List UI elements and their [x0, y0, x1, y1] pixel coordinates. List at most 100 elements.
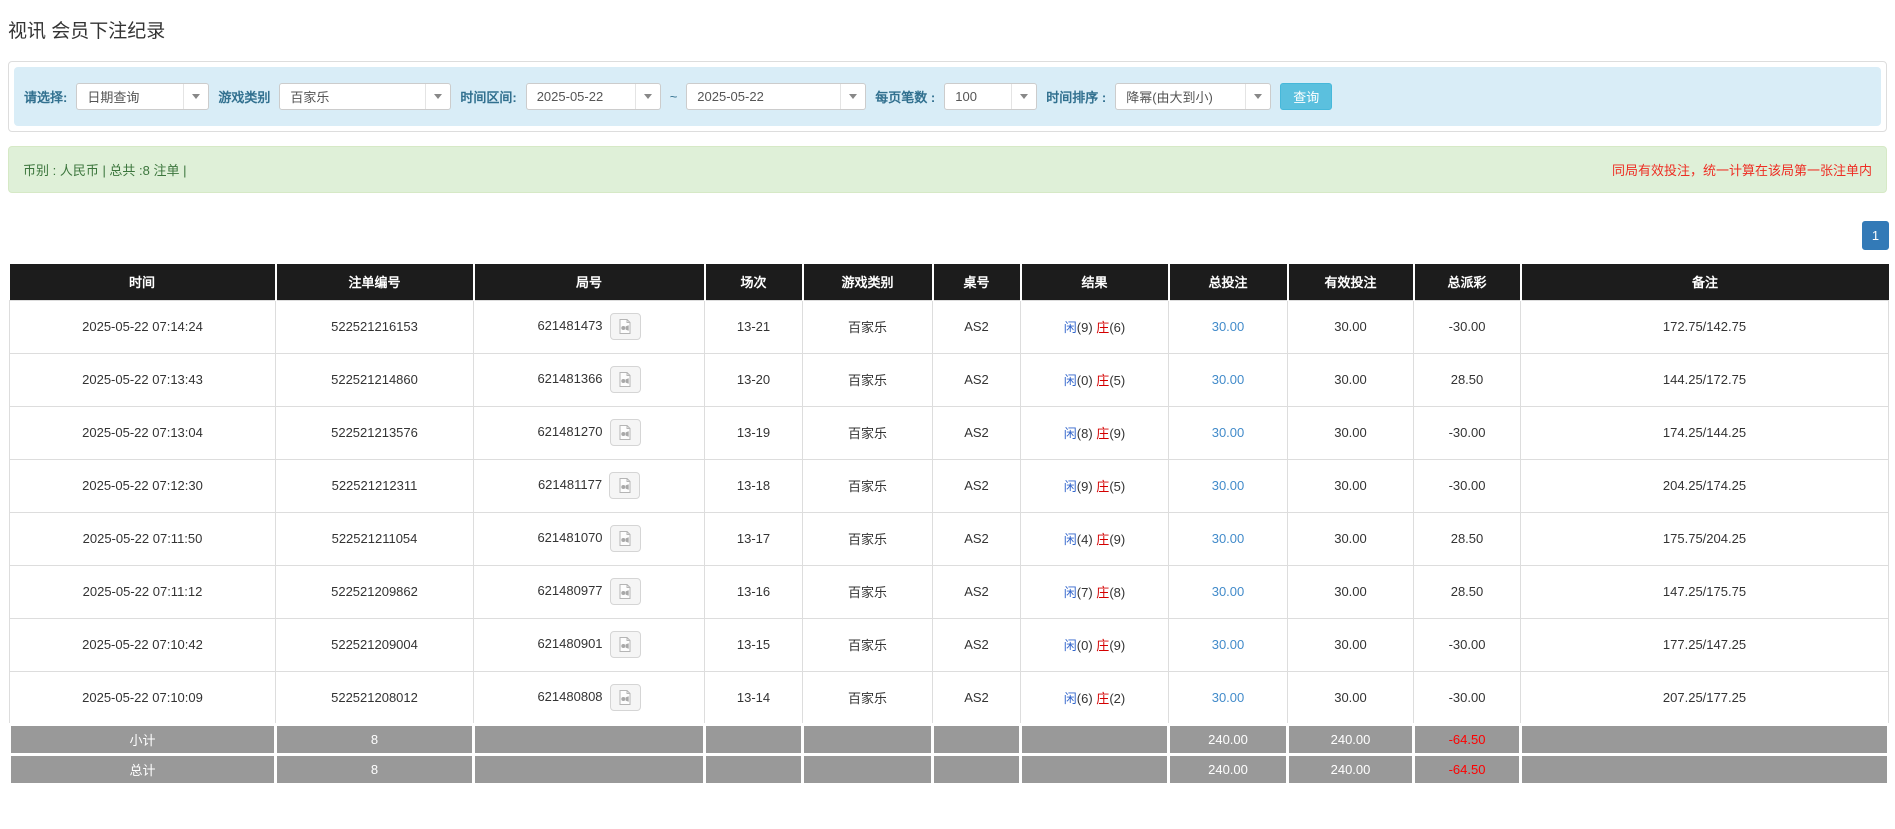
date-to-value: 2025-05-22 [697, 89, 764, 104]
cell-table-no: AS2 [932, 352, 1021, 407]
cell-note: 204.25/174.25 [1520, 458, 1889, 513]
video-file-icon [611, 424, 640, 441]
cell-time: 2025-05-22 07:11:12 [9, 564, 276, 619]
total-empty-cell [703, 752, 804, 786]
cell-round-id: 621481366 [473, 352, 705, 407]
result-banker-label: 庄 [1096, 638, 1110, 653]
video-replay-button[interactable] [609, 525, 641, 552]
query-mode-select[interactable]: 日期查询 [76, 83, 210, 110]
game-type-value: 百家乐 [290, 90, 330, 105]
bet-records-table: 时间 注单编号 局号 场次 游戏类别 桌号 结果 总投注 有效投注 总派彩 备注… [8, 264, 1890, 786]
cell-payout: -30.00 [1413, 299, 1521, 354]
total-empty-cell [1519, 752, 1890, 786]
table-row: 2025-05-22 07:10:09 522521208012 621480808… [9, 670, 1889, 725]
subtotal-valid-bet: 240.00 [1286, 722, 1415, 756]
cell-game-type: 百家乐 [802, 511, 933, 566]
video-replay-button[interactable] [609, 366, 641, 393]
cell-game-type: 百家乐 [802, 299, 933, 354]
time-sort-value: 降幂(由大到小) [1126, 90, 1213, 105]
video-replay-button[interactable] [609, 578, 641, 605]
same-round-notice-text: 同局有效投注，统一计算在该局第一张注单内 [1611, 163, 1872, 178]
cell-result: 闲(8) 庄(9) [1020, 405, 1169, 460]
cell-session: 13-15 [704, 617, 803, 672]
video-replay-button[interactable] [609, 683, 641, 711]
range-tilde: ~ [669, 89, 678, 104]
table-body: 2025-05-22 07:14:24 522521216153 621481473… [9, 299, 1889, 725]
total-bet-link[interactable]: 30.00 [1212, 584, 1245, 599]
cell-game-type: 百家乐 [802, 352, 933, 407]
cell-note: 177.25/147.25 [1520, 617, 1889, 672]
cell-round-id: 621481070 [473, 511, 705, 566]
subtotal-empty-cell [1019, 722, 1170, 756]
cell-valid-bet: 30.00 [1287, 564, 1414, 619]
header-note: 备注 [1519, 264, 1889, 300]
header-table-no: 桌号 [931, 264, 1021, 300]
per-page-select[interactable]: 100 [944, 83, 1038, 110]
date-from-select[interactable]: 2025-05-22 [525, 83, 661, 110]
caret-down-icon [634, 84, 660, 109]
cell-bet-id: 522521208012 [275, 670, 474, 725]
result-player-label: 闲 [1063, 585, 1077, 600]
cell-result: 闲(0) 庄(9) [1020, 617, 1169, 672]
table-row: 2025-05-22 07:10:42 522521209004 621480901… [9, 617, 1889, 672]
result-player-label: 闲 [1063, 479, 1077, 494]
page-1-button[interactable]: 1 [1862, 221, 1889, 250]
pagination: 1 [8, 221, 1889, 250]
total-label: 总计 [8, 752, 277, 786]
total-bet-link[interactable]: 30.00 [1212, 531, 1245, 546]
cell-total-bet: 30.00 [1168, 617, 1288, 672]
time-sort-label: 时间排序 : [1046, 90, 1107, 105]
table-header-row: 时间 注单编号 局号 场次 游戏类别 桌号 结果 总投注 有效投注 总派彩 备注 [9, 264, 1889, 300]
cell-total-bet: 30.00 [1168, 299, 1288, 354]
page-title: 视讯 会员下注纪录 [8, 21, 166, 42]
video-replay-button[interactable] [609, 419, 641, 446]
video-file-icon [611, 583, 640, 600]
query-button[interactable]: 查询 [1280, 83, 1333, 110]
round-id-text: 621481366 [537, 370, 603, 386]
cell-time: 2025-05-22 07:14:24 [9, 299, 276, 354]
cell-valid-bet: 30.00 [1287, 670, 1414, 725]
caret-down-icon [425, 84, 450, 109]
date-to-select[interactable]: 2025-05-22 [686, 83, 867, 110]
video-replay-button[interactable] [609, 313, 641, 340]
cell-result: 闲(4) 庄(9) [1020, 511, 1169, 566]
caret-down-icon [1245, 84, 1270, 109]
total-empty-cell [801, 752, 934, 786]
total-bet-link[interactable]: 30.00 [1212, 637, 1245, 652]
cell-total-bet: 30.00 [1168, 405, 1288, 460]
video-file-icon [611, 636, 640, 653]
cell-game-type: 百家乐 [802, 617, 933, 672]
total-bet-link[interactable]: 30.00 [1212, 690, 1245, 705]
result-banker-label: 庄 [1096, 585, 1110, 600]
round-id-text: 621480901 [537, 635, 603, 651]
subtotal-row: 小计 8 240.00 240.00 -64.50 [8, 722, 1890, 756]
total-bet-link[interactable]: 30.00 [1212, 319, 1245, 334]
total-bet-link[interactable]: 30.00 [1212, 478, 1245, 493]
video-file-icon [611, 689, 640, 706]
total-payout: -64.50 [1412, 752, 1522, 786]
total-empty-cell [472, 752, 706, 786]
total-bet-link[interactable]: 30.00 [1212, 425, 1245, 440]
total-total-bet: 240.00 [1167, 752, 1289, 786]
query-mode-value: 日期查询 [87, 90, 140, 105]
cell-time: 2025-05-22 07:13:43 [9, 352, 276, 407]
total-bet-link[interactable]: 30.00 [1212, 372, 1245, 387]
video-replay-button[interactable] [609, 472, 641, 499]
cell-result: 闲(6) 庄(2) [1020, 670, 1169, 725]
cell-payout: -30.00 [1413, 617, 1521, 672]
cell-payout: 28.50 [1413, 511, 1521, 566]
cell-bet-id: 522521216153 [275, 299, 474, 354]
result-banker-label: 庄 [1096, 532, 1110, 547]
cell-result: 闲(7) 庄(8) [1020, 564, 1169, 619]
video-replay-button[interactable] [609, 631, 641, 658]
time-sort-select[interactable]: 降幂(由大到小) [1115, 83, 1272, 110]
result-banker-label: 庄 [1096, 426, 1110, 441]
subtotal-empty-cell [801, 722, 934, 756]
game-type-select[interactable]: 百家乐 [279, 83, 452, 110]
header-bet-id: 注单编号 [274, 264, 474, 300]
cell-bet-id: 522521214860 [275, 352, 474, 407]
result-player-label: 闲 [1063, 638, 1077, 653]
round-id-text: 621481177 [537, 476, 603, 492]
cell-note: 147.25/175.75 [1520, 564, 1889, 619]
filter-panel: 请选择: 日期查询 游戏类别 百家乐 时间区间: 2025-05-22 ~ 20… [8, 61, 1887, 132]
